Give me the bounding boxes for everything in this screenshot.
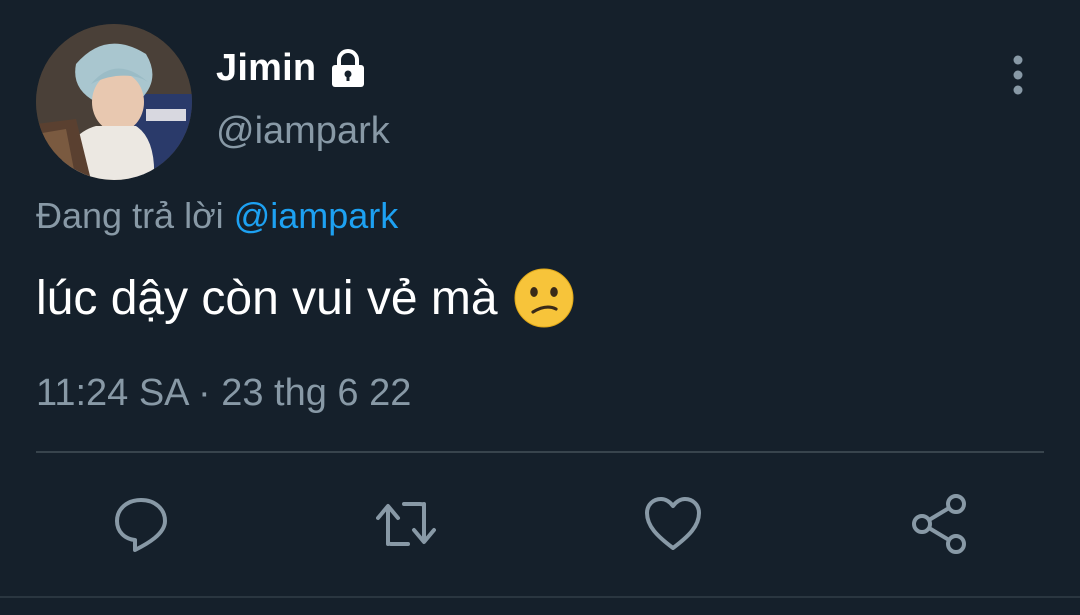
share-icon — [912, 494, 966, 554]
tweet-body: lúc dậy còn vui vẻ mà — [36, 268, 574, 328]
display-name[interactable]: Jimin — [216, 47, 316, 90]
tweet-timestamp[interactable]: 11:24 SA · 23 thg 6 22 — [36, 372, 411, 415]
avatar[interactable] — [36, 24, 192, 180]
confused-face-icon — [514, 268, 574, 328]
retweet-icon — [376, 502, 436, 546]
more-options-icon[interactable] — [998, 54, 1038, 96]
lock-icon — [326, 46, 370, 90]
bottom-divider — [0, 596, 1080, 598]
divider — [36, 451, 1044, 453]
reply-button[interactable] — [111, 494, 171, 554]
retweet-button[interactable] — [376, 494, 436, 554]
reply-mention-link[interactable]: @iampark — [234, 195, 399, 236]
like-icon — [645, 497, 701, 550]
reply-icon — [115, 498, 167, 552]
reply-context: Đang trả lời @iampark — [36, 195, 398, 237]
tweet-text: lúc dậy còn vui vẻ mà — [36, 271, 498, 325]
like-button[interactable] — [643, 494, 703, 554]
user-handle[interactable]: @iampark — [216, 110, 390, 153]
reply-prefix: Đang trả lời — [36, 195, 224, 236]
share-button[interactable] — [910, 494, 970, 554]
